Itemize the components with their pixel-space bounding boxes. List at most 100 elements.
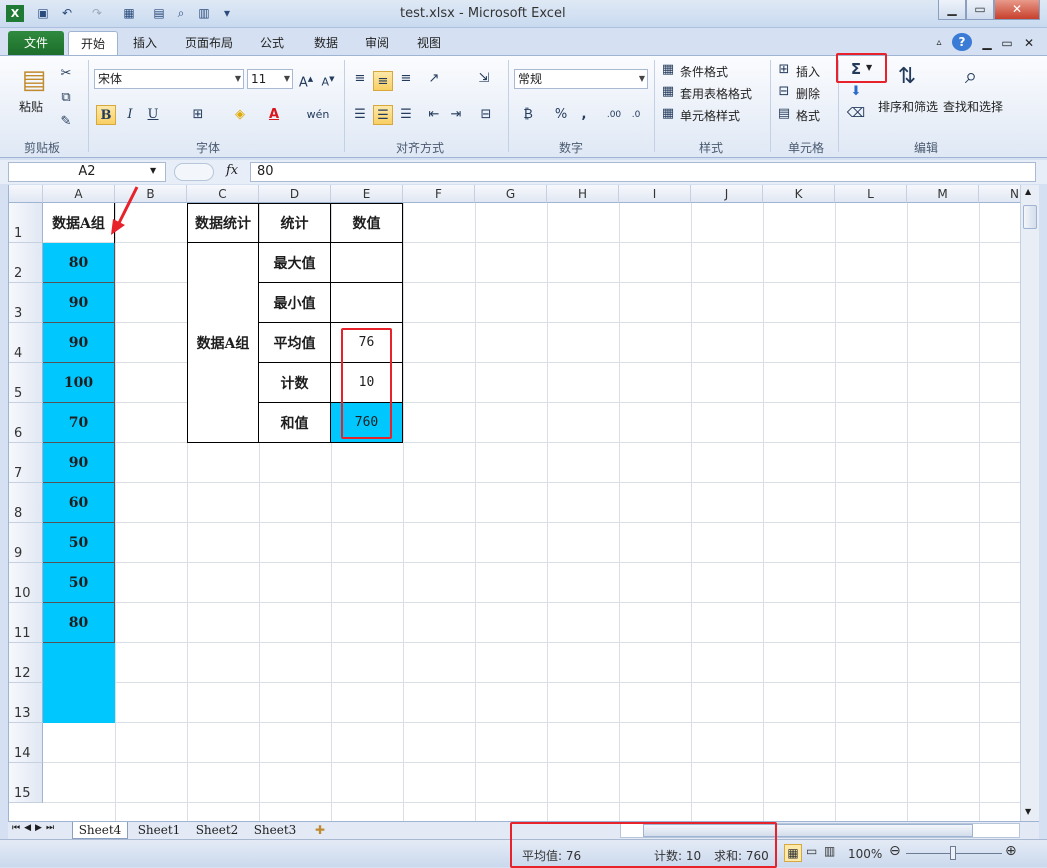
- column-header[interactable]: E: [331, 185, 403, 203]
- document-icon[interactable]: ▤: [150, 5, 168, 22]
- cell-d-label[interactable]: 和值: [258, 402, 331, 443]
- cell-a-empty-filled[interactable]: [43, 643, 115, 723]
- align-bottom-icon[interactable]: ≡: [396, 69, 416, 89]
- cell-a-value[interactable]: 80: [43, 243, 115, 283]
- font-name-select[interactable]: 宋体 ▼: [94, 69, 244, 89]
- close-button[interactable]: ✕: [994, 0, 1040, 20]
- cell-a-value[interactable]: 70: [43, 403, 115, 443]
- row-header[interactable]: 2: [9, 243, 43, 283]
- sheet-tab[interactable]: Sheet2: [190, 822, 244, 839]
- tab-review[interactable]: 审阅: [357, 31, 397, 55]
- scroll-thumb[interactable]: [1023, 205, 1037, 229]
- column-header[interactable]: N: [979, 185, 1020, 203]
- row-header[interactable]: 1: [9, 203, 43, 243]
- italic-button[interactable]: I: [120, 105, 140, 125]
- comma-button[interactable]: ,: [574, 105, 594, 125]
- column-header[interactable]: J: [691, 185, 763, 203]
- column-header[interactable]: L: [835, 185, 907, 203]
- cell-styles-icon[interactable]: ▦: [660, 104, 676, 124]
- page-layout-view-icon[interactable]: ▭: [806, 844, 817, 858]
- align-right-icon[interactable]: ☰: [396, 105, 416, 125]
- insert-cells-button[interactable]: 插入: [796, 63, 820, 80]
- column-header[interactable]: M: [907, 185, 979, 203]
- doc-restore-icon[interactable]: ▭: [998, 31, 1016, 55]
- row-header[interactable]: 10: [9, 563, 43, 603]
- normal-view-icon[interactable]: ▦: [784, 844, 802, 862]
- vertical-scrollbar[interactable]: ▲ ▼: [1020, 185, 1039, 821]
- print-preview-icon[interactable]: ⌕: [172, 5, 190, 22]
- align-center-icon[interactable]: ☰: [373, 105, 393, 125]
- row-header[interactable]: 3: [9, 283, 43, 323]
- zoom-level[interactable]: 100%: [848, 847, 882, 861]
- bold-button[interactable]: B: [96, 105, 116, 125]
- conditional-format-icon[interactable]: ▦: [660, 60, 676, 80]
- zoom-out-icon[interactable]: ⊖: [889, 843, 901, 859]
- fill-down-icon[interactable]: ⬇: [846, 82, 866, 102]
- minimize-button[interactable]: ▁: [938, 0, 966, 20]
- insert-cells-icon[interactable]: ⊞: [776, 60, 792, 80]
- save-icon[interactable]: ▣: [34, 5, 52, 22]
- formula-input[interactable]: 80: [250, 162, 1036, 182]
- format-as-table-button[interactable]: 套用表格格式: [680, 85, 752, 102]
- row-header[interactable]: 15: [9, 763, 43, 803]
- increase-decimal-icon[interactable]: .00: [604, 105, 624, 125]
- sheet-nav-arrows-icon[interactable]: ⏮◀▶⏭: [12, 823, 58, 833]
- restore-button[interactable]: ▭: [966, 0, 994, 20]
- table-icon[interactable]: ▦: [120, 5, 138, 22]
- page-break-view-icon[interactable]: ▥: [824, 844, 835, 858]
- orientation-icon[interactable]: ↗: [424, 69, 444, 89]
- column-header[interactable]: C: [187, 185, 259, 203]
- decrease-decimal-icon[interactable]: .0: [626, 105, 646, 125]
- shrink-font-icon[interactable]: A▼: [318, 69, 338, 89]
- zoom-slider-thumb[interactable]: [950, 846, 956, 860]
- doc-close-icon[interactable]: ✕: [1020, 31, 1038, 55]
- scroll-up-icon[interactable]: ▲: [1025, 187, 1031, 196]
- row-header[interactable]: 5: [9, 363, 43, 403]
- cell-e-value[interactable]: [330, 242, 403, 283]
- cell-a-value[interactable]: 60: [43, 483, 115, 523]
- scroll-down-icon[interactable]: ▼: [1025, 807, 1031, 816]
- insert-function-button[interactable]: fx: [226, 163, 238, 178]
- format-cells-button[interactable]: 格式: [796, 107, 820, 124]
- column-header[interactable]: H: [547, 185, 619, 203]
- row-header[interactable]: 14: [9, 723, 43, 763]
- cell-a-value[interactable]: 90: [43, 323, 115, 363]
- font-color-icon[interactable]: A: [264, 105, 284, 125]
- cell-e1-header[interactable]: 数值: [330, 203, 403, 243]
- column-header[interactable]: D: [259, 185, 331, 203]
- phonetic-icon[interactable]: wén: [304, 105, 332, 125]
- row-header[interactable]: 4: [9, 323, 43, 363]
- column-header[interactable]: K: [763, 185, 835, 203]
- cell-a-value[interactable]: 50: [43, 563, 115, 603]
- align-left-icon[interactable]: ☰: [350, 105, 370, 125]
- help-icon[interactable]: ?: [952, 33, 972, 51]
- decrease-indent-icon[interactable]: ⇤: [424, 105, 444, 125]
- cell-a-value[interactable]: 80: [43, 603, 115, 643]
- paste-icon[interactable]: ▥: [195, 5, 213, 22]
- column-header[interactable]: I: [619, 185, 691, 203]
- row-header[interactable]: 12: [9, 643, 43, 683]
- align-top-icon[interactable]: ≡: [350, 69, 370, 89]
- insert-sheet-icon[interactable]: ✚: [308, 822, 332, 839]
- fill-color-icon[interactable]: ◈: [230, 105, 250, 125]
- row-header[interactable]: 7: [9, 443, 43, 483]
- cell-a1-header[interactable]: 数据A组: [43, 203, 115, 243]
- row-header[interactable]: 8: [9, 483, 43, 523]
- select-all-corner[interactable]: [9, 185, 43, 203]
- chevron-down-icon[interactable]: ▼: [150, 166, 156, 175]
- tab-insert[interactable]: 插入: [126, 31, 164, 55]
- cell-a-value[interactable]: 90: [43, 443, 115, 483]
- cut-icon[interactable]: ✂: [56, 64, 76, 84]
- row-header[interactable]: 6: [9, 403, 43, 443]
- border-icon[interactable]: ⊞: [188, 105, 208, 125]
- tab-page-layout[interactable]: 页面布局: [178, 31, 240, 55]
- cell-e-value[interactable]: [330, 282, 403, 323]
- tab-formulas[interactable]: 公式: [252, 31, 292, 55]
- cell-d-label[interactable]: 最大值: [258, 242, 331, 283]
- column-header[interactable]: G: [475, 185, 547, 203]
- column-header[interactable]: A: [43, 185, 115, 203]
- formula-bar-resize-handle[interactable]: [174, 163, 214, 181]
- underline-button[interactable]: U: [143, 105, 163, 125]
- clear-icon[interactable]: ⌫: [846, 104, 866, 124]
- binoculars-icon[interactable]: ⌕: [956, 60, 986, 94]
